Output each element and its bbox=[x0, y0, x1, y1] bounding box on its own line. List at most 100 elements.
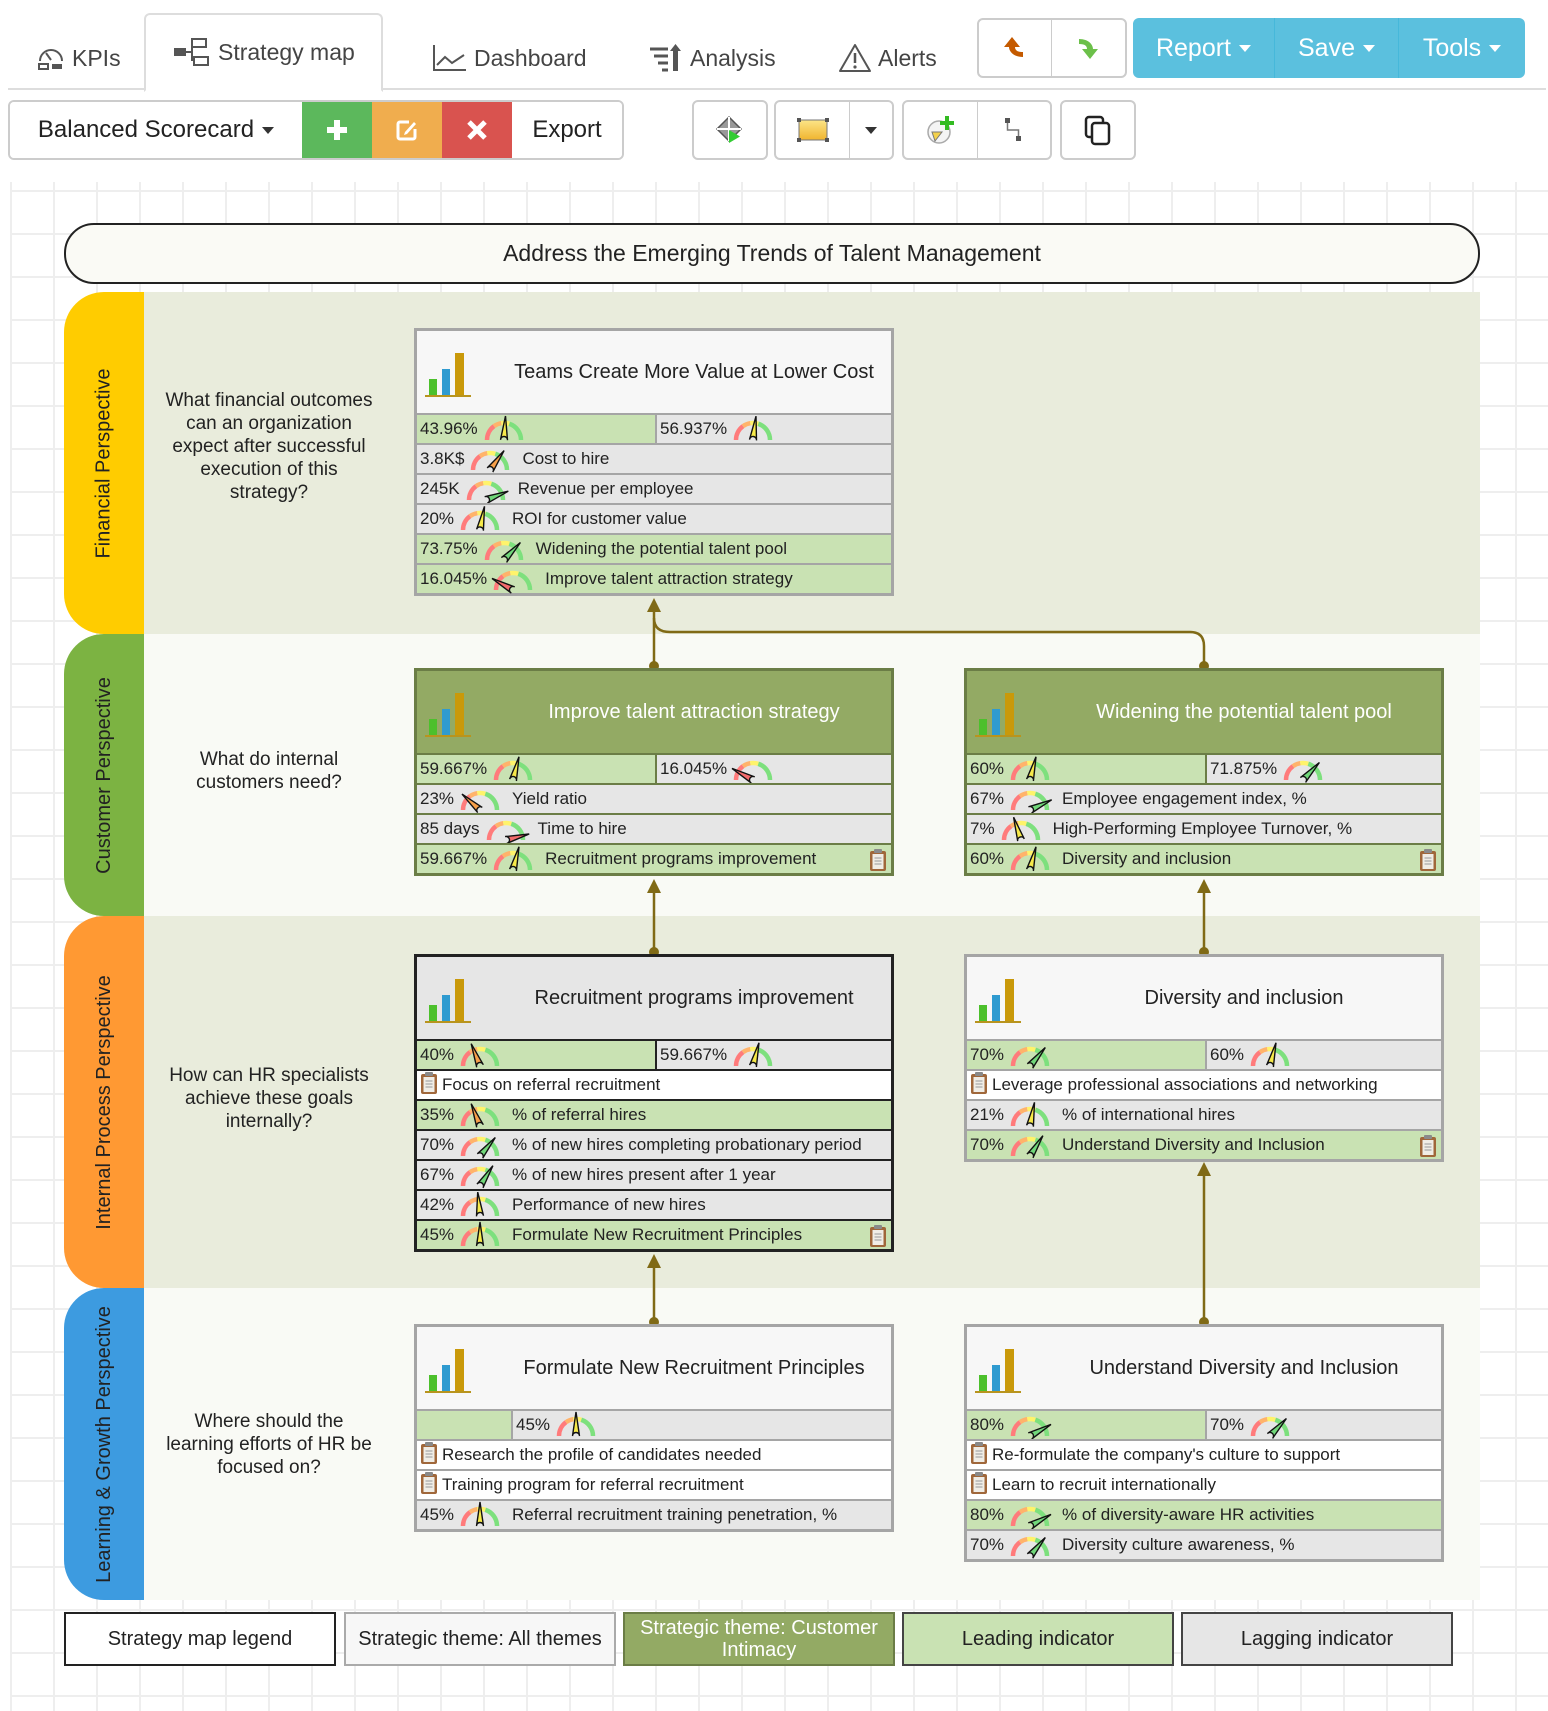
gauge-icon bbox=[458, 784, 504, 814]
kpi-value: 73.75% bbox=[420, 539, 478, 558]
connector-widening-to-teams[interactable] bbox=[652, 617, 1206, 666]
objective-card-attraction[interactable]: Improve talent attraction strategy 59.66… bbox=[414, 668, 894, 876]
kpi-row[interactable]: 85 days Time to hire bbox=[417, 813, 891, 845]
kpi-row[interactable]: 21% % of international hires bbox=[967, 1099, 1441, 1129]
kpi-value: 70% bbox=[420, 1135, 455, 1154]
objective-card-formulate[interactable]: Formulate New Recruitment Principles 45%… bbox=[414, 1324, 894, 1532]
clipboard-icon bbox=[420, 1441, 438, 1470]
summary-row: 43.96% 56.937% bbox=[417, 413, 891, 443]
initiative-label: Leverage professional associations and n… bbox=[992, 1075, 1378, 1094]
gauge-icon bbox=[1008, 754, 1054, 784]
leading-value: 60% bbox=[970, 759, 1005, 778]
objective-card-recruitment[interactable]: Recruitment programs improvement 40% 59.… bbox=[414, 954, 894, 1252]
kpi-row[interactable]: 20% ROI for customer value bbox=[417, 503, 891, 533]
kpi-row[interactable]: 45% Formulate New Recruitment Principles bbox=[417, 1219, 891, 1249]
card-header: Improve talent attraction strategy bbox=[417, 671, 891, 753]
kpi-row[interactable]: 245K Revenue per employee bbox=[417, 473, 891, 504]
kpi-row[interactable]: 35% % of referral hires bbox=[417, 1099, 891, 1129]
lagging-summary[interactable]: 59.667% bbox=[657, 1041, 891, 1069]
legend-strategy-map[interactable]: Strategy map legend bbox=[64, 1612, 336, 1666]
initiative-row[interactable]: Research the profile of candidates neede… bbox=[417, 1439, 891, 1469]
clipboard-icon[interactable] bbox=[869, 1224, 887, 1253]
gauge-icon bbox=[491, 754, 537, 784]
lagging-summary[interactable]: 71.875% bbox=[1207, 755, 1441, 783]
leading-summary[interactable] bbox=[417, 1411, 513, 1439]
lagging-summary[interactable]: 45% bbox=[513, 1411, 891, 1439]
kpi-row[interactable]: 3.8K$ Cost to hire bbox=[417, 443, 891, 473]
objective-card-understand[interactable]: Understand Diversity and Inclusion 80% 7… bbox=[964, 1324, 1444, 1562]
initiative-row[interactable]: Re-formulate the company's culture to su… bbox=[967, 1439, 1441, 1469]
gauge-icon bbox=[1008, 1040, 1054, 1070]
kpi-row[interactable]: 42% Performance of new hires bbox=[417, 1189, 891, 1219]
gauge-icon bbox=[1008, 1530, 1054, 1560]
objective-title: Improve talent attraction strategy bbox=[548, 700, 840, 723]
initiative-row[interactable]: Leverage professional associations and n… bbox=[967, 1069, 1441, 1099]
initiative-row[interactable]: Focus on referral recruitment bbox=[417, 1069, 891, 1099]
lagging-summary[interactable]: 70% bbox=[1207, 1411, 1441, 1439]
kpi-label: % of new hires completing probationary p… bbox=[512, 1135, 862, 1154]
kpi-row[interactable]: 67% % of new hires present after 1 year bbox=[417, 1159, 891, 1189]
lagging-summary[interactable]: 16.045% bbox=[657, 755, 891, 784]
summary-row: 70% 60% bbox=[967, 1039, 1441, 1069]
objective-card-teams[interactable]: Teams Create More Value at Lower Cost 43… bbox=[414, 328, 894, 596]
kpi-row[interactable]: 70% Diversity culture awareness, % bbox=[967, 1529, 1441, 1559]
clipboard-icon bbox=[970, 1071, 988, 1100]
gauge-icon bbox=[1281, 754, 1327, 784]
objective-card-widening[interactable]: Widening the potential talent pool 60% 7… bbox=[964, 668, 1444, 876]
legend-lagging-indicator[interactable]: Lagging indicator bbox=[1181, 1612, 1453, 1666]
initiative-row[interactable]: Training program for referral recruitmen… bbox=[417, 1469, 891, 1499]
leading-value: 70% bbox=[970, 1045, 1005, 1064]
kpi-row[interactable]: 45% Referral recruitment training penetra… bbox=[417, 1499, 891, 1529]
leading-summary[interactable]: 43.96% bbox=[417, 415, 657, 443]
kpi-value: 23% bbox=[420, 789, 455, 808]
kpi-row[interactable]: 70% Understand Diversity and Inclusion bbox=[967, 1129, 1441, 1159]
kpi-row[interactable]: 67% Employee engagement index, % bbox=[967, 783, 1441, 814]
initiative-label: Focus on referral recruitment bbox=[442, 1075, 661, 1094]
kpi-row[interactable]: 80% % of diversity-aware HR activities bbox=[967, 1499, 1441, 1530]
arrow-head-icon bbox=[1197, 1162, 1211, 1176]
kpi-row[interactable]: 70% % of new hires completing probationar… bbox=[417, 1129, 891, 1159]
legend-leading-indicator[interactable]: Leading indicator bbox=[902, 1612, 1174, 1666]
clipboard-icon[interactable] bbox=[1419, 1134, 1437, 1163]
clipboard-icon[interactable] bbox=[869, 848, 887, 877]
gauge-icon bbox=[482, 414, 528, 444]
kpi-row[interactable]: 60% Diversity and inclusion bbox=[967, 843, 1441, 873]
lagging-value: 60% bbox=[1210, 1045, 1245, 1064]
leading-summary[interactable]: 59.667% bbox=[417, 755, 657, 783]
kpi-label: Time to hire bbox=[537, 819, 627, 838]
gauge-icon bbox=[1248, 1410, 1294, 1440]
objective-title: Recruitment programs improvement bbox=[534, 986, 854, 1009]
kpi-row[interactable]: 59.667% Recruitment programs improvement bbox=[417, 843, 891, 873]
kpi-label: Employee engagement index, % bbox=[1062, 789, 1307, 808]
arrow-head-icon bbox=[647, 598, 661, 612]
kpi-row[interactable]: 7% High-Performing Employee Turnover, % bbox=[967, 813, 1441, 843]
gauge-icon bbox=[491, 564, 537, 594]
kpi-row[interactable]: 23% Yield ratio bbox=[417, 783, 891, 814]
kpi-row[interactable]: 16.045% Improve talent attraction strateg… bbox=[417, 563, 891, 594]
lagging-summary[interactable]: 56.937% bbox=[657, 415, 891, 443]
gauge-icon bbox=[1008, 1410, 1054, 1440]
gauge-icon bbox=[554, 1410, 600, 1440]
lagging-value: 16.045% bbox=[660, 759, 728, 778]
card-header: Diversity and inclusion bbox=[967, 957, 1441, 1039]
leading-summary[interactable]: 40% bbox=[417, 1041, 657, 1069]
legend-theme-customer-intimacy[interactable]: Strategic theme: Customer Intimacy bbox=[623, 1612, 895, 1666]
objective-title: Diversity and inclusion bbox=[1144, 986, 1344, 1009]
card-header: Formulate New Recruitment Principles bbox=[417, 1327, 891, 1409]
clipboard-icon[interactable] bbox=[1419, 848, 1437, 877]
leading-summary[interactable]: 70% bbox=[967, 1041, 1207, 1069]
legend-label: Strategy map legend bbox=[107, 1628, 293, 1650]
legend-theme-all[interactable]: Strategic theme: All themes bbox=[344, 1612, 616, 1666]
bar-chart-icon bbox=[425, 1345, 471, 1400]
initiative-row[interactable]: Learn to recruit internationally bbox=[967, 1469, 1441, 1499]
gauge-icon bbox=[458, 1130, 504, 1160]
leading-summary[interactable]: 80% bbox=[967, 1410, 1207, 1440]
gauge-icon bbox=[1008, 844, 1054, 874]
lagging-summary[interactable]: 60% bbox=[1207, 1041, 1441, 1069]
objective-card-diversity[interactable]: Diversity and inclusion 70% 60% Leverage… bbox=[964, 954, 1444, 1162]
gauge-icon bbox=[1008, 1100, 1054, 1130]
kpi-row[interactable]: 73.75% Widening the potential talent pool bbox=[417, 533, 891, 563]
leading-summary[interactable]: 60% bbox=[967, 755, 1207, 783]
kpi-label: % of new hires present after 1 year bbox=[512, 1165, 776, 1184]
objective-title: Formulate New Recruitment Principles bbox=[523, 1356, 865, 1379]
